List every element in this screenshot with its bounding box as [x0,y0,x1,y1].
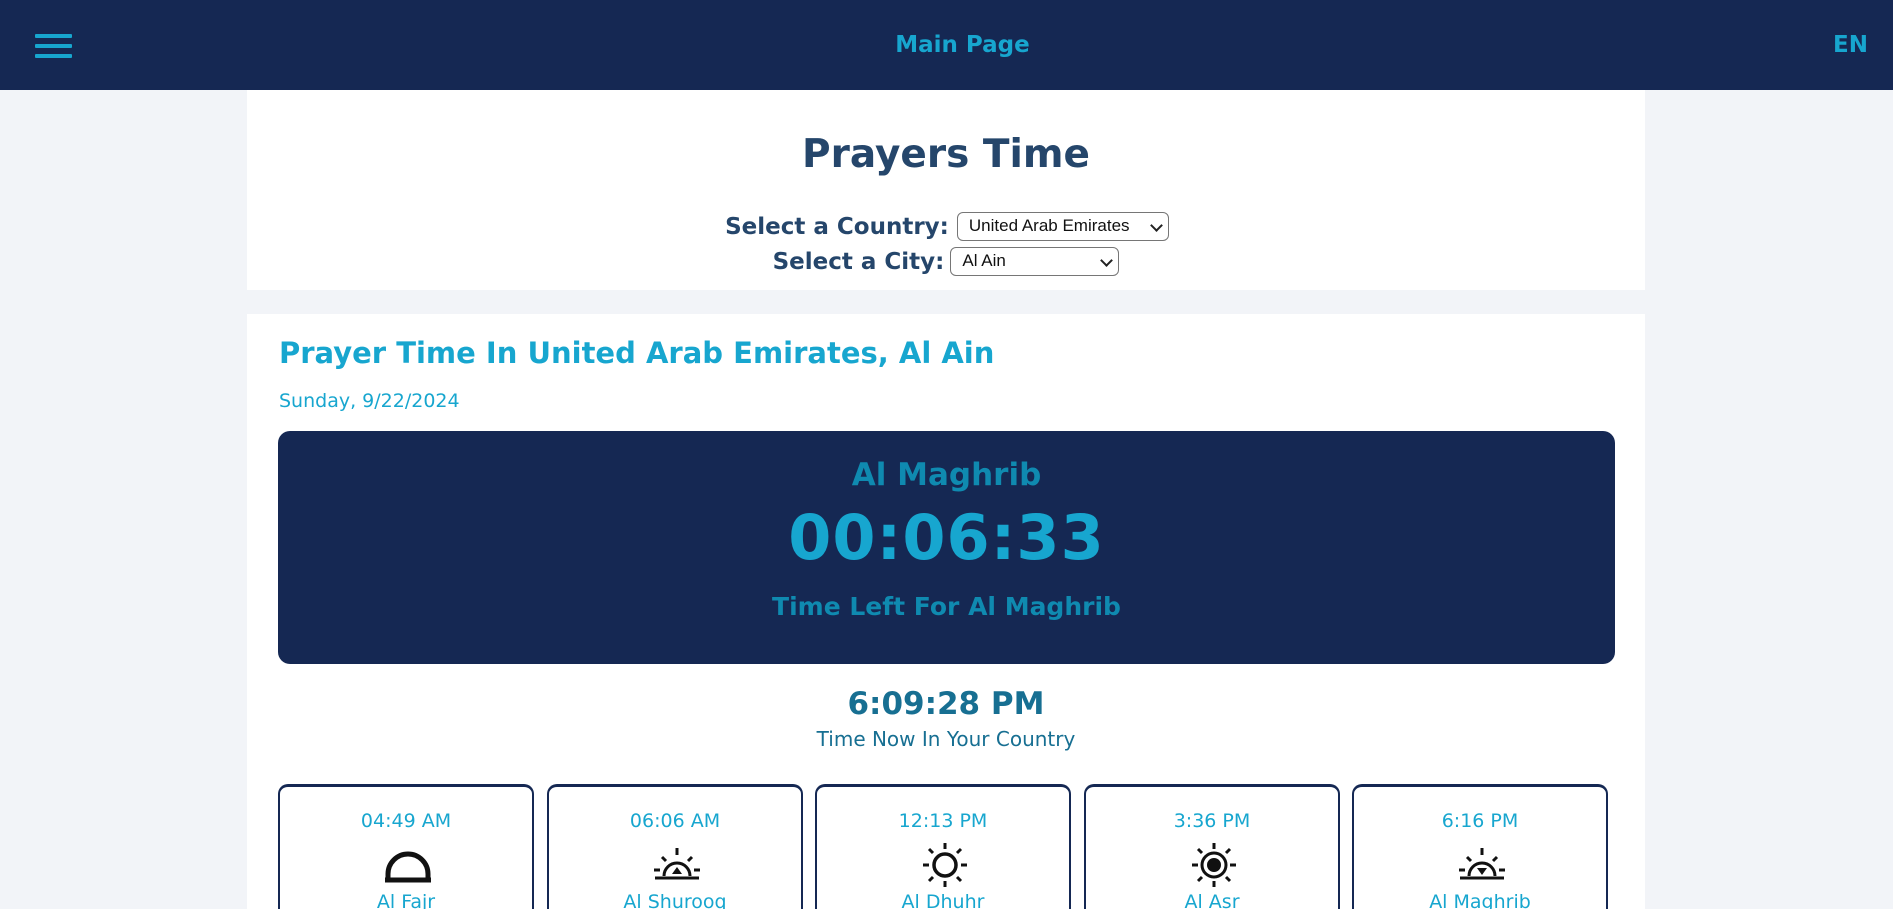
location-heading: Prayer Time In United Arab Emirates, Al … [279,336,995,370]
prayer-card-shurooq[interactable]: 06:06 AM Al Shurooq [547,784,803,909]
city-label: Select a City: [772,248,945,275]
prayer-card-dhuhr[interactable]: 12:13 PM Al Dhuhr [815,784,1071,909]
country-row: Select a Country: United Arab Emirates [247,212,1645,241]
prayer-name: Al Dhuhr [901,891,985,909]
current-time: 6:09:28 PM [847,686,1045,722]
country-select-value: United Arab Emirates [968,216,1130,235]
sunset-icon [1459,848,1505,880]
country-select[interactable]: United Arab Emirates [956,212,1169,241]
prayer-time: 6:16 PM [1441,810,1519,832]
prayer-card-fajr[interactable]: 04:49 AM Al Fajr [278,784,534,909]
prayer-name: Al Fajr [376,891,436,909]
page-title: Prayers Time [802,132,1090,177]
countdown-panel: Al Maghrib 00:06:33 Time Left For Al Mag… [278,431,1615,664]
top-navbar: Main Page EN [0,0,1893,90]
prayer-card-asr[interactable]: 3:36 PM Al Asr [1084,784,1340,909]
sunrise-icon [654,848,700,880]
prayer-time: 3:36 PM [1173,810,1251,832]
prayer-name: Al Asr [1184,891,1240,909]
next-prayer-name: Al Maghrib [851,457,1042,493]
nav-title[interactable]: Main Page [0,32,1893,58]
prayer-time: 06:06 AM [629,810,721,832]
chevron-down-icon [1150,219,1163,232]
time-left-label: Time Left For Al Maghrib [772,592,1121,621]
prayer-times-card: Prayer Time In United Arab Emirates, Al … [247,314,1645,909]
city-select[interactable]: Al Ain [950,247,1120,276]
current-date: Sunday, 9/22/2024 [279,390,460,412]
chevron-down-icon [1100,254,1114,267]
sun-icon [923,843,967,887]
city-select-value: Al Ain [962,251,1006,270]
prayer-name: Al Maghrib [1429,891,1531,909]
sun-bold-icon [1192,843,1236,887]
dawn-icon [385,851,431,883]
city-row: Select a City: Al Ain [247,247,1645,276]
prayer-time: 04:49 AM [360,810,452,832]
prayer-name: Al Shurooq [623,891,727,909]
country-label: Select a Country: [725,213,949,240]
countdown-timer: 00:06:33 [788,501,1105,574]
current-time-label: Time Now In Your Country [816,727,1076,751]
prayer-time: 12:13 PM [898,810,988,832]
prayer-card-maghrib[interactable]: 6:16 PM Al Maghrib [1352,784,1608,909]
language-toggle[interactable]: EN [1833,32,1868,58]
selection-card: Prayers Time Select a Country: United Ar… [247,90,1645,290]
